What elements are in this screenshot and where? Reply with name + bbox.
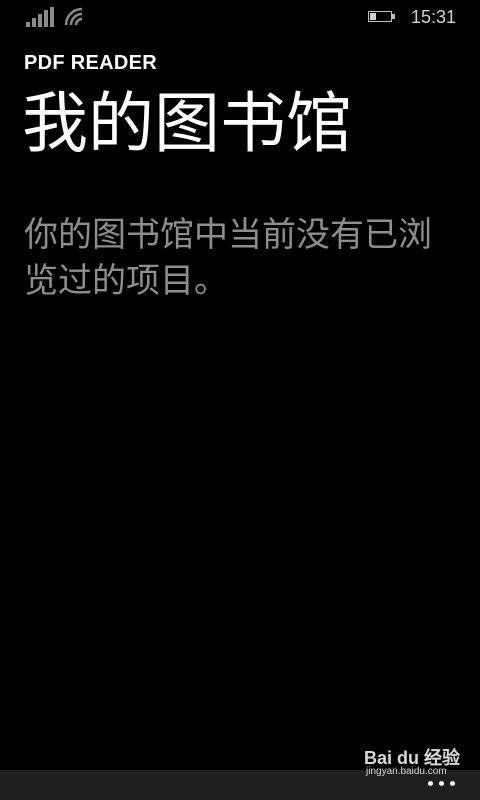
page-title: 我的图书馆 — [22, 85, 352, 162]
signal-bars-icon — [26, 7, 54, 27]
app-name: PDF READER — [24, 52, 158, 74]
watermark-logo: Bai du 经验 jingyan.baidu.com — [364, 744, 464, 784]
watermark-url: jingyan.baidu.com — [366, 766, 447, 777]
battery-icon — [368, 11, 396, 24]
battery-level-fill — [370, 13, 376, 20]
status-bar: 15:31 — [0, 0, 480, 36]
wifi-icon — [64, 7, 86, 27]
status-time: 15:31 — [410, 7, 456, 27]
empty-library-message: 你的图书馆中当前没有已浏览过的项目。 — [24, 215, 432, 301]
